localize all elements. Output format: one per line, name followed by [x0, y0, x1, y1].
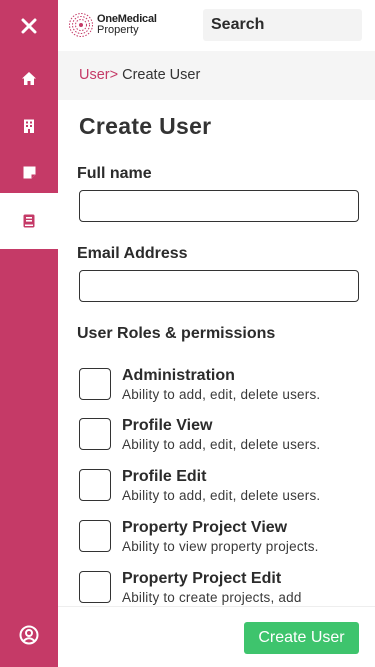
- role-checkbox[interactable]: [79, 418, 111, 450]
- role-checkbox[interactable]: [79, 469, 111, 501]
- role-name: Administration: [122, 367, 235, 384]
- building-icon: [24, 119, 34, 133]
- page-title: Create User: [79, 113, 212, 139]
- roles-section-label: User Roles & permissions: [77, 325, 276, 342]
- role-name: Profile View: [122, 417, 213, 434]
- role-name: Property Project Edit: [122, 570, 282, 587]
- user-circle-icon: [19, 625, 39, 645]
- sidebar: [0, 0, 58, 667]
- breadcrumb-parent-link[interactable]: User>: [79, 67, 118, 83]
- role-checkbox[interactable]: [79, 571, 111, 603]
- breadcrumb-current: Create User: [118, 67, 201, 83]
- role-description: Ability to create projects, add: [122, 590, 302, 605]
- role-item-administration[interactable]: Administration Ability to add, edit, del…: [79, 367, 369, 411]
- role-name: Profile Edit: [122, 468, 207, 485]
- role-description: Ability to view property projects.: [122, 539, 319, 554]
- role-checkbox[interactable]: [79, 368, 111, 400]
- breadcrumb: User> Create User: [58, 51, 375, 100]
- create-user-form: Create User Full name Email Address User…: [58, 100, 375, 606]
- role-description: Ability to add, edit, delete users.: [122, 488, 321, 503]
- logo-line-2: Property: [97, 24, 139, 36]
- full-name-label: Full name: [77, 165, 152, 182]
- logo-text: OneMedical Property: [97, 14, 157, 36]
- email-label: Email Address: [77, 245, 188, 262]
- role-item-profile-edit[interactable]: Profile Edit Ability to add, edit, delet…: [79, 468, 369, 512]
- search-input[interactable]: [203, 9, 362, 41]
- sidebar-item-notes[interactable]: [0, 146, 58, 198]
- create-user-button[interactable]: Create User: [244, 622, 359, 654]
- role-description: Ability to add, edit, delete users.: [122, 387, 321, 402]
- close-menu-button[interactable]: [0, 0, 58, 52]
- brand-logo[interactable]: OneMedical Property: [68, 12, 157, 38]
- top-bar: OneMedical Property: [58, 0, 375, 51]
- sidebar-item-users[interactable]: [0, 193, 58, 249]
- role-checkbox[interactable]: [79, 520, 111, 552]
- logo-mark-icon: [69, 13, 93, 37]
- role-name: Property Project View: [122, 519, 288, 536]
- home-icon: [22, 71, 36, 85]
- role-item-profile-view[interactable]: Profile View Ability to add, edit, delet…: [79, 417, 369, 461]
- full-name-field[interactable]: [79, 190, 359, 222]
- sidebar-item-account[interactable]: [0, 609, 58, 661]
- book-icon: [23, 214, 35, 228]
- note-icon: [23, 166, 35, 178]
- email-field[interactable]: [79, 270, 359, 302]
- role-description: Ability to add, edit, delete users.: [122, 437, 321, 452]
- sidebar-item-home[interactable]: [0, 52, 58, 104]
- sidebar-item-properties[interactable]: [0, 100, 58, 152]
- close-icon: [21, 18, 37, 34]
- role-item-property-project-view[interactable]: Property Project View Ability to view pr…: [79, 519, 369, 563]
- role-item-property-project-edit[interactable]: Property Project Edit Ability to create …: [79, 570, 369, 606]
- form-footer: Create User: [58, 606, 375, 667]
